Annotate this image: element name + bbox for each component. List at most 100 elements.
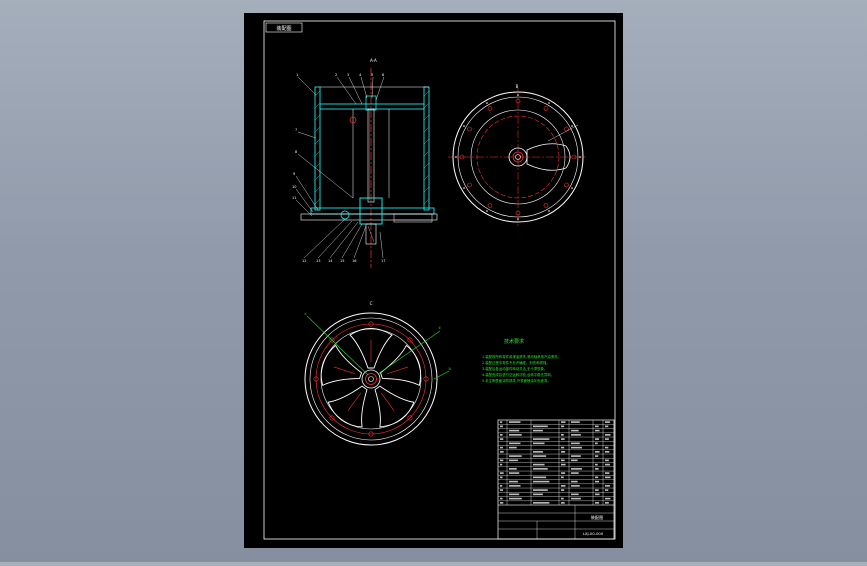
bom-cell-mark [595,455,599,457]
bom-cell-mark [605,459,609,462]
bom-cell-mark [595,451,600,453]
bom-cell-mark [500,438,504,440]
bom-cell-mark [571,468,582,470]
tech-notes-title: 技术要求 [504,338,524,345]
bom-cell-mark [500,472,504,474]
bom-cell-mark [605,485,610,487]
bom-cell-mark [595,502,600,504]
bom-cell-mark [605,463,610,466]
bom-cell-mark [500,459,504,462]
bom-cell-mark [500,451,504,453]
bom-cell-mark [509,459,518,462]
bom-cell-mark [533,429,543,432]
bom-cell-mark [571,472,579,474]
bom-cell-mark [595,442,598,445]
bom-cell-mark [561,502,565,504]
bom-cell-mark [500,463,503,466]
svg-text:1: 1 [296,73,298,77]
bom-cell-mark [533,442,545,445]
bom-cell-mark [509,468,517,470]
tech-note-line: 3.装配后各运动部件转动灵活,无卡滞现象。 [482,366,547,371]
svg-text:②: ② [438,326,441,330]
svg-text:10: 10 [292,185,296,189]
bom-cell-mark [561,446,565,449]
bom-cell-mark [533,463,545,466]
bom-cell-mark [509,446,517,449]
sheet-label: 装配图 [276,25,291,32]
bom-cell-mark [509,421,521,423]
svg-text:5: 5 [371,73,373,77]
bom-cell-mark [571,455,581,457]
svg-text:①: ① [304,312,307,316]
bom-cell-mark [561,497,564,500]
bom-cell-mark [500,502,504,504]
svg-text:12: 12 [302,259,306,263]
bom-cell-mark [605,451,610,453]
bom-cell-mark [509,434,522,436]
bom-cell-mark [571,480,578,483]
svg-text:2: 2 [335,73,337,77]
bom-cell-mark [595,463,598,466]
bom-cell-mark [509,480,518,483]
bom-cell-mark [533,502,550,504]
bom-cell-mark [500,489,503,491]
bom-cell-mark [571,434,581,436]
tech-note-line: 2.装配过程中零件不允许磕碰、划伤和锈蚀。 [482,360,550,365]
bottom-view-label: C [370,301,373,306]
bom-cell-mark [561,485,566,487]
section-view-label: A-A [370,58,377,63]
bom-cell-mark [533,468,548,470]
tech-note-line: 5.未注明表面涂防锈漆,外表面喷涂灰色面漆。 [482,378,551,383]
cad-drawing: 装配图 A-A 1 2 3 4 5 6 7 8 9 10 11 12 13 14… [0,0,867,562]
bom-cell-mark [500,497,503,500]
bom-cell-mark [500,476,503,479]
bom-cell-mark [509,497,522,500]
bom-cell-mark [533,493,543,496]
tech-note-line: 4.装配完成后进行空运转试验,运转平稳无异响。 [482,372,554,377]
bom-cell-mark [500,434,503,436]
bom-cell-mark [595,468,599,470]
bom-cell-mark [561,421,566,423]
bom-cell-mark [561,459,565,462]
bom-cell-mark [509,472,520,474]
drawing-sheet [244,13,623,548]
tech-note-line: 1.装配前所有零件用煤油清洗,滚动轴承用汽油清洗。 [482,354,561,359]
bom-cell-mark [561,438,565,440]
bom-cell-mark [561,425,565,428]
bom-cell-mark [509,485,521,487]
svg-text:9: 9 [293,172,295,176]
bom-cell-mark [605,446,609,449]
bom-cell-mark [571,497,581,500]
bom-cell-mark [533,476,547,479]
bom-cell-mark [605,489,609,491]
bom-cell-mark [605,421,610,423]
bom-cell-mark [561,476,564,479]
bom-cell-mark [595,493,600,496]
bom-cell-mark [595,425,599,428]
bom-cell-mark [571,429,579,432]
bom-cell-mark [533,480,550,483]
bom-cell-mark [509,442,521,445]
bom-cell-mark [605,438,609,440]
bom-cell-mark [605,425,609,428]
bom-cell-mark [561,463,566,466]
bom-cell-mark [533,425,548,428]
bom-cell-mark [500,425,503,428]
bom-cell-mark [595,480,600,483]
bom-cell-mark [533,438,550,440]
bom-cell-mark [533,455,547,457]
svg-text:8: 8 [295,150,297,154]
bom-cell-mark [595,489,599,491]
bom-cell-mark [533,451,543,453]
bom-cell-mark [500,485,503,487]
svg-text:③: ③ [448,367,451,371]
bom-cell-mark [571,459,578,462]
bom-cell-mark [509,493,520,496]
svg-text:3: 3 [347,73,349,77]
drawing-number: LXJ-00-000 [583,531,604,536]
bom-cell-mark [571,493,579,496]
cad-canvas: 装配图 A-A 1 2 3 4 5 6 789 1011 12 13 14 15… [244,13,623,548]
bom-cell-mark [509,455,522,457]
svg-text:6: 6 [382,73,384,77]
bom-cell-mark [500,421,503,423]
